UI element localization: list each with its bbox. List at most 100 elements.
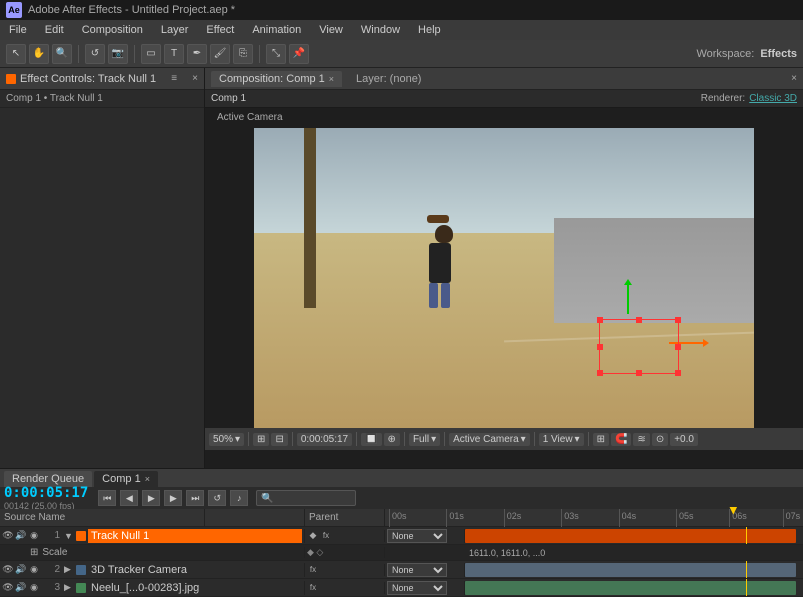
tab-comp1[interactable]: Comp 1 × [94,471,158,487]
workspace-value[interactable]: Effects [760,48,797,60]
comp-tab-close[interactable]: × [329,74,334,84]
tool-zoom[interactable]: 🔍 [52,44,72,64]
resolution-control[interactable]: Full ▾ [409,433,440,446]
layer-1-fx[interactable]: fx [320,530,332,542]
play-btn[interactable]: ▶ [142,490,160,506]
view-layout-control[interactable]: 1 View ▾ [539,433,584,446]
menu-help[interactable]: Help [415,23,444,37]
tool-rect[interactable]: ▭ [141,44,161,64]
handle-tr[interactable] [675,317,681,323]
tool-clone[interactable]: ⎘ [233,44,253,64]
menu-effect[interactable]: Effect [203,23,237,37]
layer-1-num: 1 [44,530,60,541]
menu-file[interactable]: File [6,23,30,37]
viewport[interactable] [254,128,754,428]
tool-pen[interactable]: ✒ [187,44,207,64]
tool-select[interactable]: ↖ [6,44,26,64]
effect-controls-menu[interactable]: ≡ [171,73,177,84]
layer-row-1[interactable]: 👁 🔊 ◉ 1 ▼ Track Null 1 ◆ fx [0,527,803,545]
handle-tl[interactable] [597,317,603,323]
next-frame-btn[interactable]: ▶ [164,490,182,506]
layer-2-name[interactable]: 3D Tracker Camera [88,563,302,577]
timeline-search[interactable] [256,490,356,506]
layer-2-fx[interactable]: fx [307,564,319,576]
handle-br[interactable] [675,370,681,376]
goto-end-btn[interactable]: ⏭ [186,490,204,506]
tool-camera[interactable]: 📷 [108,44,128,64]
goto-start-btn[interactable]: ⏮ [98,490,116,506]
menu-window[interactable]: Window [358,23,403,37]
handle-mr[interactable] [675,344,681,350]
effect-controls-close[interactable]: × [192,73,198,84]
comp-panel-close[interactable]: × [791,73,797,84]
panel-color-swatch [6,74,16,84]
menu-view[interactable]: View [316,23,346,37]
effect-controls-panel: Effect Controls: Track Null 1 ≡ × Comp 1… [0,68,205,468]
time-display[interactable]: 0:00:05:17 [297,433,352,446]
transform-box[interactable] [599,319,679,374]
grid-overlay-btn[interactable]: ⊞ [593,433,609,446]
tool-brush[interactable]: 🖌 [210,44,230,64]
vt-sep-1 [248,432,249,446]
menu-layer[interactable]: Layer [158,23,192,37]
fit-btn[interactable]: ⊞ [253,433,269,446]
menu-animation[interactable]: Animation [249,23,304,37]
menu-edit[interactable]: Edit [42,23,67,37]
tool-rotate[interactable]: ↺ [85,44,105,64]
layer-2-solo[interactable]: ◉ [28,564,40,576]
layer-3-parent-select[interactable]: None [387,581,447,595]
layer-1-left: 👁 🔊 ◉ 1 ▼ Track Null 1 [0,529,305,543]
renderer-value[interactable]: Classic 3D [749,93,797,104]
layer-2-audio[interactable]: 🔊 [15,564,27,576]
layer-1-solo[interactable]: ◉ [28,530,40,542]
layer-2-parent-select[interactable]: None [387,563,447,577]
layer-3-color[interactable] [76,583,86,593]
prev-frame-btn[interactable]: ◀ [120,490,138,506]
handle-bm[interactable] [636,370,642,376]
layer-row-2[interactable]: 👁 🔊 ◉ 2 ▶ 3D Tracker Camera fx None [0,561,803,579]
timeline-ruler: 00s 01s 02s 03s 04s 05s 06s 07s [389,509,799,527]
tool-pin[interactable]: 📌 [289,44,309,64]
layer-1-color[interactable] [76,531,86,541]
render-queue-label: Render Queue [12,473,84,485]
layer-1-expand[interactable]: ▼ [64,531,74,541]
camera-control[interactable]: Active Camera ▾ [449,433,530,446]
handle-ml[interactable] [597,344,603,350]
tool-move[interactable]: ⤡ [266,44,286,64]
motion-blur-btn[interactable]: ≋ [633,433,649,446]
menu-composition[interactable]: Composition [79,23,146,37]
scale-keyframe-icon[interactable]: ◆ ◇ [307,547,323,557]
grid-btn[interactable]: ⊟ [271,433,287,446]
audio-btn[interactable]: ♪ [230,490,248,506]
comp-tab[interactable]: Composition: Comp 1 × [211,71,342,87]
comp1-tab-close[interactable]: × [145,474,150,484]
layer-1-name[interactable]: Track Null 1 [88,529,302,543]
person-head [435,225,453,243]
layer-row-3[interactable]: 👁 🔊 ◉ 3 ▶ Neelu_[...0-00283].jpg fx None [0,579,803,597]
layer-3-expand[interactable]: ▶ [64,582,74,593]
loop-btn[interactable]: ↺ [208,490,226,506]
tool-text[interactable]: T [164,44,184,64]
handle-tm[interactable] [636,317,642,323]
live-update-btn[interactable]: ⊙ [652,433,668,446]
depth-btn[interactable]: ⊕ [384,433,400,446]
layer-1-audio[interactable]: 🔊 [15,530,27,542]
layer-2-expand[interactable]: ▶ [64,564,74,575]
layer-3-audio[interactable]: 🔊 [15,582,27,594]
layer-3-effects[interactable]: fx [307,582,319,594]
layer-2-color[interactable] [76,565,86,575]
tool-hand[interactable]: ✋ [29,44,49,64]
layer-1-vis[interactable]: 👁 [2,530,14,542]
layer-1-keyframe[interactable]: ◆ [307,530,319,542]
tick-00s: 00s [389,509,407,527]
layer-3-name[interactable]: Neelu_[...0-00283].jpg [88,581,302,595]
zoom-control[interactable]: 50% ▾ [209,433,244,446]
layer-2-vis[interactable]: 👁 [2,564,14,576]
channel-btn[interactable]: 🔲 [361,433,381,446]
tick-07s: 07s [783,509,801,527]
layer-1-parent-select[interactable]: None [387,529,447,543]
handle-bl[interactable] [597,370,603,376]
layer-3-solo[interactable]: ◉ [28,582,40,594]
snap-btn[interactable]: 🧲 [611,433,631,446]
layer-3-vis[interactable]: 👁 [2,582,14,594]
